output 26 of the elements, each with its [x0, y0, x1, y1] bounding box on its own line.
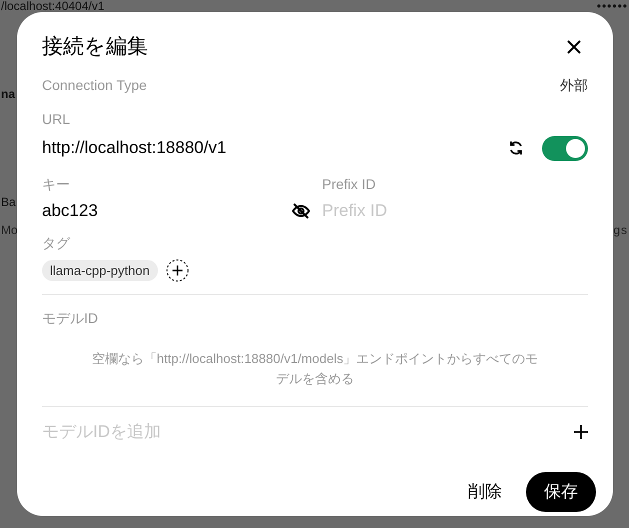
save-button[interactable]: 保存 [526, 472, 596, 512]
background-text: /localhost:40404/v1 [1, 0, 104, 12]
field-label: キー [42, 175, 70, 194]
help-text: 空欄なら「http://localhost:18880/v1/models」エンドポイントからすべてのモデルを含める [90, 350, 540, 388]
key-field[interactable]: abc123 [42, 198, 292, 224]
delete-button[interactable]: 削除 [460, 473, 510, 511]
field-label: タグ [42, 234, 70, 253]
background-text: gs [613, 222, 628, 239]
eye-off-icon[interactable] [292, 203, 310, 219]
connection-type-value[interactable]: 外部 [560, 75, 588, 96]
close-icon[interactable] [566, 39, 582, 55]
field-label: モデルID [42, 309, 98, 328]
background-text: •••••• [596, 0, 628, 12]
field-label: Prefix ID [322, 175, 376, 194]
background-text: Ba [1, 194, 16, 211]
url-field[interactable]: http://localhost:18880/v1 [42, 135, 508, 161]
refresh-icon[interactable] [508, 140, 524, 156]
tag-chip[interactable]: llama-cpp-python [42, 260, 158, 281]
add-tag-icon[interactable] [166, 259, 189, 282]
background-text: Mo [1, 222, 18, 239]
dialog-title: 接続を編集 [42, 34, 148, 60]
field-label: Connection Type [42, 76, 147, 95]
toggle-switch[interactable] [542, 136, 588, 160]
plus-icon[interactable] [574, 425, 588, 439]
background-text: na [1, 86, 16, 103]
field-label: URL [42, 110, 70, 129]
